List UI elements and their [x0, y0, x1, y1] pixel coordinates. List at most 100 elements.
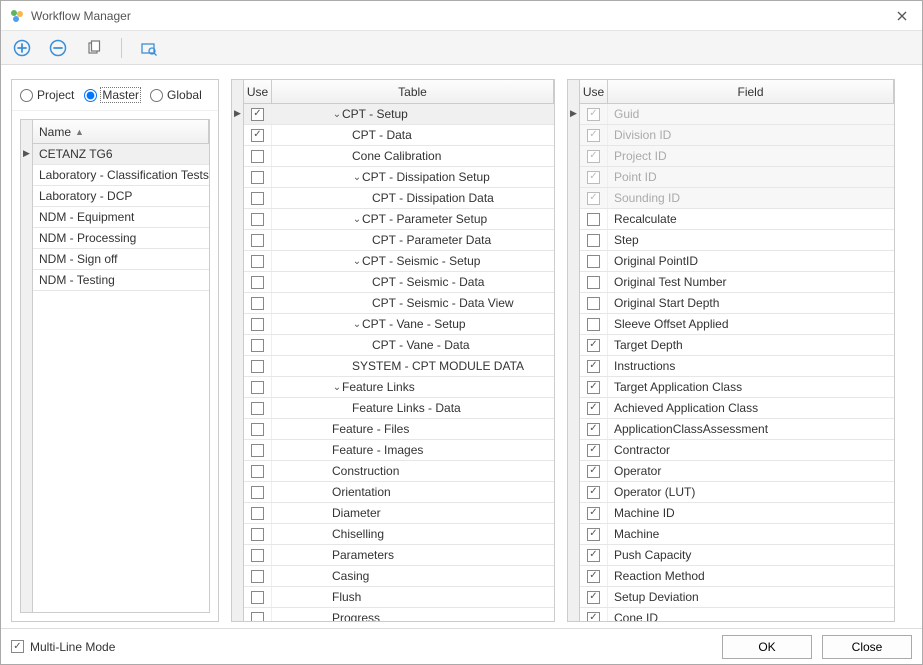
field-row[interactable]: Achieved Application Class [580, 398, 894, 419]
use-cell[interactable] [244, 503, 272, 523]
copy-icon[interactable] [83, 37, 105, 59]
add-icon[interactable] [11, 37, 33, 59]
field-row[interactable]: Setup Deviation [580, 587, 894, 608]
table-row[interactable]: ⌄Feature Links [244, 377, 554, 398]
table-row[interactable]: CPT - Parameter Data [244, 230, 554, 251]
use-cell[interactable] [580, 356, 608, 376]
workflow-row[interactable]: Laboratory - DCP [33, 186, 209, 207]
workflow-row[interactable]: Laboratory - Classification Tests [33, 165, 209, 186]
workflow-grid-body[interactable]: CETANZ TG6Laboratory - Classification Te… [33, 144, 209, 612]
use-cell[interactable] [580, 398, 608, 418]
use-cell[interactable] [580, 335, 608, 355]
use-cell[interactable] [580, 314, 608, 334]
table-row[interactable]: Flush [244, 587, 554, 608]
use-cell[interactable] [580, 188, 608, 208]
scope-option-project[interactable]: Project [20, 88, 74, 102]
field-row[interactable]: Original Test Number [580, 272, 894, 293]
field-row[interactable]: Operator (LUT) [580, 482, 894, 503]
field-row[interactable]: Cone ID [580, 608, 894, 621]
use-cell[interactable] [580, 251, 608, 271]
field-row[interactable]: Original Start Depth [580, 293, 894, 314]
field-row[interactable]: Division ID [580, 125, 894, 146]
use-cell[interactable] [244, 482, 272, 502]
use-cell[interactable] [580, 209, 608, 229]
use-cell[interactable] [244, 104, 272, 124]
table-row[interactable]: CPT - Dissipation Data [244, 188, 554, 209]
field-row[interactable]: Guid [580, 104, 894, 125]
field-row[interactable]: Target Depth [580, 335, 894, 356]
use-cell[interactable] [580, 104, 608, 124]
table-row[interactable]: ⌄CPT - Setup [244, 104, 554, 125]
table-row[interactable]: Construction [244, 461, 554, 482]
use-cell[interactable] [244, 356, 272, 376]
use-cell[interactable] [244, 461, 272, 481]
use-cell[interactable] [244, 272, 272, 292]
chevron-down-icon[interactable]: ⌄ [352, 214, 362, 225]
inspect-icon[interactable] [138, 37, 160, 59]
table-row[interactable]: Casing [244, 566, 554, 587]
table-row[interactable]: CPT - Seismic - Data View [244, 293, 554, 314]
use-cell[interactable] [580, 524, 608, 544]
table-row[interactable]: ⌄CPT - Vane - Setup [244, 314, 554, 335]
field-row[interactable]: Machine [580, 524, 894, 545]
chevron-down-icon[interactable]: ⌄ [332, 109, 342, 120]
scope-radio-project[interactable] [20, 89, 33, 102]
ok-button[interactable]: OK [722, 635, 812, 659]
use-cell[interactable] [580, 419, 608, 439]
table-row[interactable]: Orientation [244, 482, 554, 503]
workflow-row[interactable]: CETANZ TG6 [33, 144, 209, 165]
workflow-row[interactable]: NDM - Sign off [33, 249, 209, 270]
use-cell[interactable] [580, 293, 608, 313]
use-cell[interactable] [244, 293, 272, 313]
table-row[interactable]: CPT - Seismic - Data [244, 272, 554, 293]
field-row[interactable]: Reaction Method [580, 566, 894, 587]
table-row[interactable]: ⌄CPT - Parameter Setup [244, 209, 554, 230]
field-row[interactable]: Sounding ID [580, 188, 894, 209]
field-row[interactable]: Target Application Class [580, 377, 894, 398]
table-row[interactable]: Parameters [244, 545, 554, 566]
use-cell[interactable] [244, 167, 272, 187]
use-cell[interactable] [244, 398, 272, 418]
use-cell[interactable] [580, 545, 608, 565]
use-cell[interactable] [580, 566, 608, 586]
table-row[interactable]: ⌄CPT - Dissipation Setup [244, 167, 554, 188]
use-cell[interactable] [244, 566, 272, 586]
col-header-name[interactable]: Name ▲ [33, 120, 209, 143]
field-row[interactable]: Instructions [580, 356, 894, 377]
scope-radio-master[interactable] [84, 89, 97, 102]
use-cell[interactable] [580, 125, 608, 145]
field-row[interactable]: Contractor [580, 440, 894, 461]
use-cell[interactable] [244, 587, 272, 607]
use-cell[interactable] [580, 461, 608, 481]
workflow-row[interactable]: NDM - Testing [33, 270, 209, 291]
use-cell[interactable] [580, 167, 608, 187]
field-row[interactable]: Recalculate [580, 209, 894, 230]
table-row[interactable]: Feature - Files [244, 419, 554, 440]
field-row[interactable]: Original PointID [580, 251, 894, 272]
col-header-use[interactable]: Use [244, 80, 272, 103]
table-row[interactable]: Chiselling [244, 524, 554, 545]
field-grid-body[interactable]: GuidDivision IDProject IDPoint IDSoundin… [580, 104, 894, 621]
table-row[interactable]: Feature Links - Data [244, 398, 554, 419]
field-row[interactable]: Machine ID [580, 503, 894, 524]
use-cell[interactable] [244, 440, 272, 460]
use-cell[interactable] [244, 209, 272, 229]
use-cell[interactable] [244, 524, 272, 544]
use-cell[interactable] [244, 377, 272, 397]
field-row[interactable]: Step [580, 230, 894, 251]
use-cell[interactable] [244, 188, 272, 208]
field-row[interactable]: Project ID [580, 146, 894, 167]
use-cell[interactable] [244, 419, 272, 439]
window-close-button[interactable] [888, 2, 916, 30]
use-cell[interactable] [244, 146, 272, 166]
use-cell[interactable] [244, 314, 272, 334]
use-cell[interactable] [244, 125, 272, 145]
table-row[interactable]: Cone Calibration [244, 146, 554, 167]
col-header-use[interactable]: Use [580, 80, 608, 103]
scope-option-master[interactable]: Master [84, 88, 140, 102]
table-row[interactable]: CPT - Data [244, 125, 554, 146]
field-row[interactable]: ApplicationClassAssessment [580, 419, 894, 440]
close-button[interactable]: Close [822, 635, 912, 659]
remove-icon[interactable] [47, 37, 69, 59]
scope-radio-global[interactable] [150, 89, 163, 102]
